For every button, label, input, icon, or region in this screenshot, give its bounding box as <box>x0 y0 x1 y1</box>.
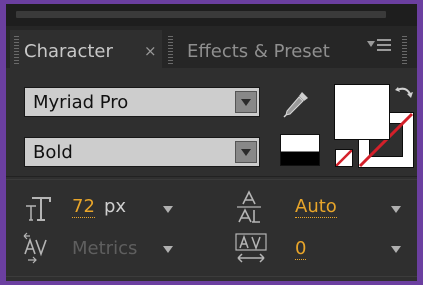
tab-grip-icon[interactable] <box>402 36 407 64</box>
tab-character-label: Character <box>24 41 113 62</box>
panel-bottom-divider <box>6 276 417 277</box>
font-style-dropdown[interactable]: Bold <box>24 137 260 167</box>
swap-colors-icon[interactable] <box>394 84 416 106</box>
panel-drag-strip[interactable] <box>16 11 386 18</box>
tracking-dropdown-icon[interactable] <box>391 246 401 253</box>
tab-bar: Character × Effects & Preset <box>6 26 417 68</box>
fill-color-swatch[interactable] <box>334 84 390 140</box>
eyedropper-icon[interactable] <box>281 89 311 119</box>
font-family-dropdown[interactable]: Myriad Pro <box>24 87 260 117</box>
fill-stroke-preview-swatch[interactable] <box>280 134 320 166</box>
panel-top-strip <box>6 4 417 26</box>
chevron-down-icon[interactable] <box>235 141 257 163</box>
section-divider <box>6 176 417 177</box>
tab-effects-presets[interactable]: Effects & Preset <box>187 41 330 62</box>
tracking-icon[interactable] <box>234 232 268 266</box>
chevron-down-icon[interactable] <box>235 91 257 113</box>
panel-menu-icon[interactable] <box>365 36 395 56</box>
font-size-icon[interactable] <box>24 194 54 224</box>
tab-close-icon[interactable]: × <box>144 42 157 60</box>
leading-dropdown-icon[interactable] <box>391 206 401 213</box>
kerning-icon[interactable] <box>22 230 52 264</box>
no-color-swatch[interactable] <box>335 149 353 167</box>
character-panel: Character × Effects & Preset Myriad Pro … <box>6 4 417 281</box>
tracking-value[interactable]: 0 <box>295 238 307 260</box>
leading-icon[interactable] <box>234 190 264 224</box>
tab-character[interactable]: Character × <box>10 30 162 68</box>
font-family-value: Myriad Pro <box>33 92 129 113</box>
font-size-value[interactable]: 72 <box>72 196 95 218</box>
kerning-value[interactable]: Metrics <box>72 238 137 259</box>
font-size-dropdown-icon[interactable] <box>163 206 173 213</box>
section-divider <box>6 179 417 180</box>
tab-grip-icon[interactable] <box>14 36 19 64</box>
font-style-value: Bold <box>33 142 73 163</box>
kerning-dropdown-icon[interactable] <box>163 246 173 253</box>
font-size-unit: px <box>104 196 127 217</box>
no-color-slash-icon <box>336 150 352 166</box>
tab-grip-icon[interactable] <box>168 36 173 64</box>
leading-value[interactable]: Auto <box>295 196 337 218</box>
